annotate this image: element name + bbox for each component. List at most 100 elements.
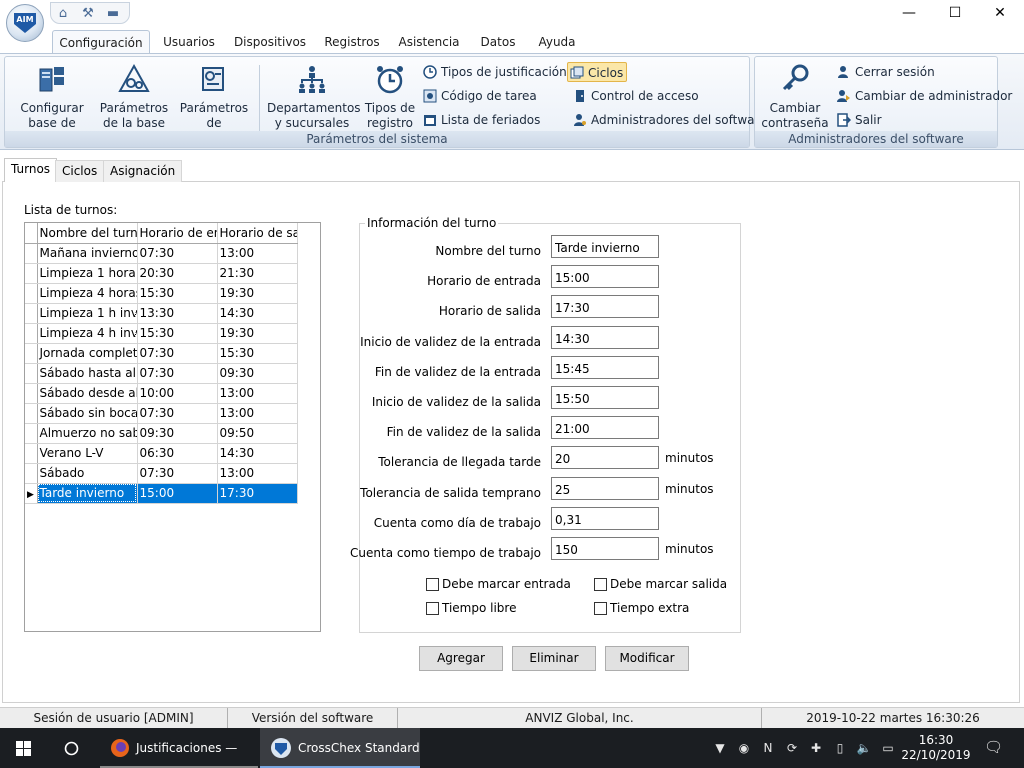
table-row[interactable]: Sábado hasta almuerzo07:3009:30	[25, 363, 298, 384]
entry-valid-start-input[interactable]	[551, 325, 659, 349]
cycles-button[interactable]: Ciclos	[567, 62, 627, 82]
tray-shield-icon[interactable]: ✚	[808, 740, 824, 756]
exit-time-input[interactable]	[551, 295, 659, 319]
row-header[interactable]	[25, 323, 38, 344]
shift-exit-cell[interactable]: 21:30	[217, 263, 298, 284]
entry-time-input[interactable]	[551, 265, 659, 289]
shift-entry-cell[interactable]: 15:30	[137, 323, 218, 344]
tray-sync-icon[interactable]: ⟳	[784, 740, 800, 756]
network-icon[interactable]: ▭	[880, 740, 896, 756]
row-header[interactable]	[25, 303, 38, 324]
checkbox-box[interactable]	[426, 578, 439, 591]
database-params-button[interactable]: Parámetros de la base	[97, 63, 171, 131]
shift-list-grid[interactable]: Nombre del turno Horario de entrada Hora…	[24, 222, 321, 632]
tab-asistencia[interactable]: Asistencia	[394, 30, 464, 54]
entry-valid-end-input[interactable]	[551, 355, 659, 379]
table-row[interactable]: Mañana invierno 07:30 13:00	[25, 243, 298, 264]
shift-entry-cell[interactable]: 13:30	[137, 303, 218, 324]
table-row[interactable]: Verano L-V 06:30 14:30	[25, 443, 298, 464]
shift-exit-cell[interactable]: 09:50	[217, 423, 298, 444]
must-clock-in-checkbox[interactable]: Debe marcar entrada	[426, 577, 571, 593]
volume-icon[interactable]: 🔈	[856, 740, 872, 756]
free-time-checkbox[interactable]: Tiempo libre	[426, 601, 516, 617]
shift-entry-cell[interactable]: 06:30	[137, 443, 218, 464]
switch-admin-button[interactable]: Cambiar de administrador	[835, 86, 1012, 106]
row-header[interactable]	[25, 463, 38, 484]
shift-exit-cell[interactable]: 19:30	[217, 283, 298, 304]
workday-count-input[interactable]	[551, 506, 659, 530]
maintenance-icon[interactable]: ⚒	[80, 6, 96, 22]
notification-icon[interactable]: 🗨	[984, 739, 1003, 755]
row-header[interactable]	[25, 343, 38, 364]
shift-exit-cell[interactable]: 13:00	[217, 383, 298, 404]
taskbar-clock[interactable]: 16:30 22/10/2019	[898, 728, 974, 768]
table-row[interactable]: ▶ Tarde invierno 15:00 17:30	[25, 483, 298, 504]
tray-usb-icon[interactable]: ▯	[832, 740, 848, 756]
row-header[interactable]	[25, 383, 38, 404]
table-row[interactable]: Limpieza 4 horas 15:30 19:30	[25, 283, 298, 304]
shift-exit-cell[interactable]: 13:00	[217, 243, 298, 264]
must-clock-out-checkbox[interactable]: Debe marcar salida	[594, 577, 727, 593]
minimize-button[interactable]: —	[886, 0, 932, 28]
table-row[interactable]: Limpieza 4 h invierno15:3019:30	[25, 323, 298, 344]
shift-name-cell[interactable]: Limpieza 1 hora	[37, 263, 138, 284]
shift-entry-cell[interactable]: 15:00	[137, 483, 218, 504]
shift-entry-cell[interactable]: 07:30	[137, 243, 218, 264]
column-header-exit[interactable]: Horario de salida	[217, 223, 298, 244]
shift-name-cell[interactable]: Limpieza 4 h invierno	[37, 323, 138, 344]
shift-exit-cell[interactable]: 14:30	[217, 443, 298, 464]
delete-button[interactable]: Eliminar	[512, 646, 596, 671]
shift-entry-cell[interactable]: 15:30	[137, 283, 218, 304]
shift-name-cell[interactable]: Sábado desde almuerzo	[37, 383, 138, 404]
table-row[interactable]: Sábado 07:30 13:00	[25, 463, 298, 484]
exit-button[interactable]: Salir	[835, 110, 882, 130]
logout-button[interactable]: Cerrar sesión	[835, 62, 935, 82]
overtime-checkbox[interactable]: Tiempo extra	[594, 601, 689, 617]
tray-onenote-icon[interactable]: N	[760, 740, 776, 756]
tab-asignacion[interactable]: Asignación	[103, 160, 183, 182]
exit-valid-end-input[interactable]	[551, 416, 659, 440]
table-row[interactable]: Sábado sin bocadillo07:3013:00	[25, 403, 298, 424]
shift-entry-cell[interactable]: 20:30	[137, 263, 218, 284]
shift-name-cell[interactable]: Mañana invierno	[37, 243, 138, 264]
tab-turnos[interactable]: Turnos	[4, 158, 58, 182]
dropdown-icon[interactable]: ▬	[105, 6, 121, 22]
worktime-count-input[interactable]	[551, 537, 659, 560]
shift-exit-cell[interactable]: 17:30	[217, 483, 298, 504]
add-button[interactable]: Agregar	[419, 646, 503, 671]
table-row[interactable]: Limpieza 1 hora 20:30 21:30	[25, 263, 298, 284]
tray-chrome-icon[interactable]: ◉	[736, 740, 752, 756]
search-button[interactable]	[48, 728, 96, 768]
shift-exit-cell[interactable]: 14:30	[217, 303, 298, 324]
shift-exit-cell[interactable]: 13:00	[217, 463, 298, 484]
home-icon[interactable]: ⌂	[55, 6, 71, 22]
change-password-button[interactable]: Cambiar contraseña	[759, 63, 831, 131]
tab-ayuda[interactable]: Ayuda	[532, 30, 582, 54]
shift-name-input[interactable]	[551, 235, 659, 258]
crosschex-logo-icon[interactable]: AIM	[6, 4, 44, 42]
shift-exit-cell[interactable]: 09:30	[217, 363, 298, 384]
late-tolerance-input[interactable]	[551, 446, 659, 470]
row-header[interactable]	[25, 243, 38, 264]
access-control-button[interactable]: Control de acceso	[571, 86, 699, 106]
shift-name-cell[interactable]: Almuerzo no sab	[37, 423, 138, 444]
row-header[interactable]: ▶	[25, 483, 38, 504]
column-header-entry[interactable]: Horario de entrada	[137, 223, 218, 244]
tab-configuracion[interactable]: Configuración	[52, 30, 150, 54]
row-header[interactable]	[25, 283, 38, 304]
tab-registros[interactable]: Registros	[320, 30, 384, 54]
maximize-button[interactable]: ☐	[932, 0, 978, 28]
task-code-button[interactable]: Código de tarea	[421, 86, 537, 106]
shift-name-cell[interactable]: Verano L-V	[37, 443, 138, 464]
shift-name-cell[interactable]: Limpieza 1 h invierno	[37, 303, 138, 324]
row-header[interactable]	[25, 443, 38, 464]
holiday-list-button[interactable]: Lista de feriados	[421, 110, 540, 130]
shift-name-cell[interactable]: Tarde invierno	[37, 483, 138, 504]
tab-dispositivos[interactable]: Dispositivos	[230, 30, 310, 54]
table-row[interactable]: Limpieza 1 h invierno13:3014:30	[25, 303, 298, 324]
column-header-name[interactable]: Nombre del turno	[37, 223, 138, 244]
shift-name-cell[interactable]: Limpieza 4 horas	[37, 283, 138, 304]
checkbox-box[interactable]	[594, 602, 607, 615]
shift-entry-cell[interactable]: 07:30	[137, 403, 218, 424]
shift-name-cell[interactable]: Sábado hasta almuerzo	[37, 363, 138, 384]
